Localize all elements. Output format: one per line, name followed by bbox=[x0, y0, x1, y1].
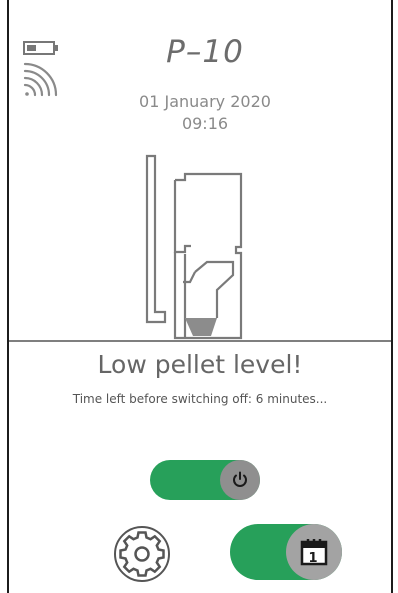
schedule-toggle-knob[interactable]: 1 bbox=[286, 524, 342, 580]
right-frame-border bbox=[391, 0, 393, 593]
gear-icon bbox=[114, 526, 170, 582]
calendar-icon: 1 bbox=[300, 539, 328, 566]
wifi-signal-icon bbox=[23, 62, 58, 97]
base-line bbox=[9, 340, 391, 342]
time-display: 09:16 bbox=[181, 114, 229, 133]
power-toggle[interactable] bbox=[150, 460, 260, 500]
calendar-day: 1 bbox=[308, 551, 317, 566]
battery-icon bbox=[23, 41, 58, 55]
device-name: P–10 bbox=[166, 34, 244, 70]
date-display: 01 January 2020 bbox=[139, 92, 271, 111]
settings-button[interactable] bbox=[113, 525, 171, 583]
status-icons bbox=[22, 40, 62, 100]
schedule-toggle[interactable]: 1 bbox=[230, 524, 342, 580]
power-icon bbox=[233, 471, 247, 487]
alarm-title: Low pellet level! bbox=[97, 350, 303, 379]
stove-illustration bbox=[135, 150, 250, 345]
left-frame-border bbox=[7, 0, 9, 593]
power-toggle-knob[interactable] bbox=[220, 460, 260, 500]
alarm-message: Time left before switching off: 6 minute… bbox=[72, 392, 328, 406]
